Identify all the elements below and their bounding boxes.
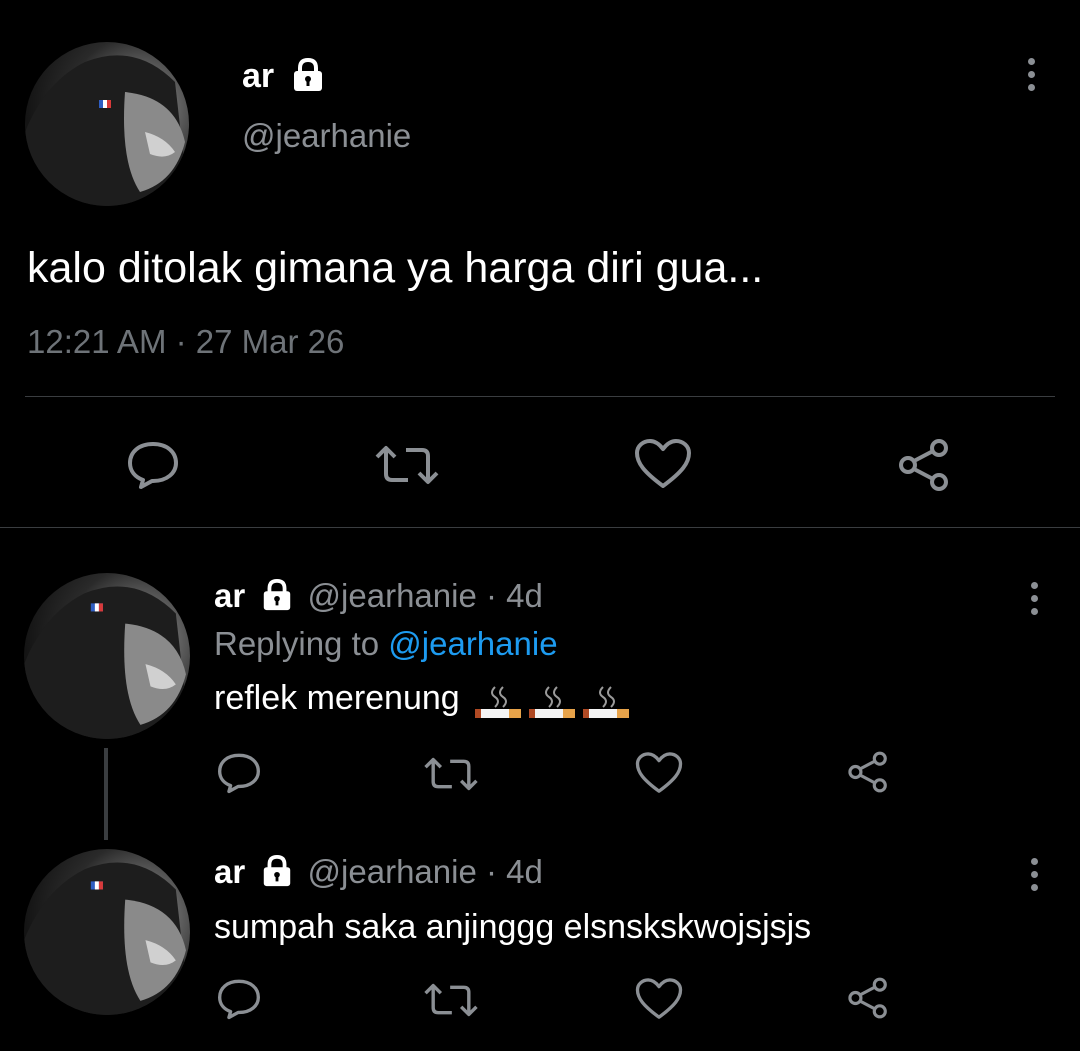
- retweet-button[interactable]: [374, 444, 440, 486]
- reply-header: ar @jearhanie · 4d: [214, 576, 543, 616]
- more-vertical-icon[interactable]: [1021, 58, 1041, 97]
- reply-icon: [218, 979, 260, 1020]
- avatar-photo: [24, 862, 190, 1015]
- like-button[interactable]: [635, 977, 683, 1021]
- share-icon: [848, 977, 887, 1019]
- replying-to-mention[interactable]: @jearhanie: [388, 625, 557, 662]
- reply-icon: [128, 442, 178, 489]
- reply-button[interactable]: [216, 752, 262, 794]
- heart-icon: [635, 752, 683, 793]
- divider: [25, 396, 1055, 397]
- lock-icon: [293, 58, 322, 92]
- retweet-icon: [424, 757, 478, 791]
- heart-icon: [635, 439, 691, 488]
- like-button[interactable]: [634, 438, 692, 490]
- username[interactable]: @jearhanie: [308, 577, 477, 614]
- tweet-age: · 4d: [486, 853, 543, 890]
- tweet-text: sumpah saka anjinggg elsnskskwojsjsjs: [214, 908, 812, 946]
- cigarette-icon: [475, 686, 522, 719]
- avatar-photo: [24, 586, 190, 739]
- cigarette-icon: [529, 686, 576, 719]
- replying-to: Replying to @jearhanie: [214, 624, 558, 664]
- reply-header: ar @jearhanie · 4d: [214, 852, 543, 892]
- display-name[interactable]: ar: [242, 56, 326, 96]
- avatar[interactable]: [24, 573, 190, 739]
- display-name-text: ar: [242, 57, 275, 95]
- more-vertical-icon[interactable]: [1024, 582, 1044, 621]
- share-button[interactable]: [846, 976, 890, 1020]
- lock-icon: [264, 579, 291, 611]
- username[interactable]: @jearhanie: [308, 853, 477, 890]
- tweet-time: 12:21 AM: [27, 323, 167, 360]
- avatar[interactable]: [25, 42, 189, 206]
- retweet-button[interactable]: [423, 756, 479, 792]
- thread-connector: [104, 748, 108, 840]
- reply-icon: [218, 753, 260, 794]
- tweet-text: kalo ditolak gimana ya harga diri gua...: [27, 244, 764, 292]
- retweet-icon: [424, 983, 478, 1017]
- meta-separator: ·: [175, 323, 187, 360]
- like-button[interactable]: [635, 751, 683, 795]
- share-icon: [899, 439, 948, 491]
- avatar-photo: [25, 55, 189, 206]
- tweet-age: · 4d: [486, 577, 543, 614]
- reply-button[interactable]: [216, 978, 262, 1020]
- tweet-text: reflek merenung: [214, 677, 631, 721]
- share-button[interactable]: [896, 438, 952, 492]
- username[interactable]: @jearhanie: [242, 116, 411, 156]
- share-icon: [848, 751, 887, 793]
- cigarette-icon: [583, 686, 630, 719]
- lock-icon: [264, 855, 291, 887]
- retweet-button[interactable]: [423, 982, 479, 1018]
- display-name[interactable]: ar: [214, 577, 245, 614]
- avatar[interactable]: [24, 849, 190, 1015]
- heart-icon: [635, 978, 683, 1019]
- display-name[interactable]: ar: [214, 853, 245, 890]
- reply-button[interactable]: [126, 440, 180, 490]
- share-button[interactable]: [846, 750, 890, 794]
- tweet-timestamp[interactable]: 12:21 AM · 27 Mar 26: [27, 320, 344, 364]
- divider: [0, 527, 1080, 528]
- tweet-text-content: reflek merenung: [214, 679, 460, 717]
- replying-to-label: Replying to: [214, 625, 380, 662]
- more-vertical-icon[interactable]: [1024, 858, 1044, 897]
- retweet-icon: [375, 446, 439, 484]
- cigarette-emoji: [469, 679, 631, 721]
- tweet-date: 27 Mar 26: [195, 323, 345, 360]
